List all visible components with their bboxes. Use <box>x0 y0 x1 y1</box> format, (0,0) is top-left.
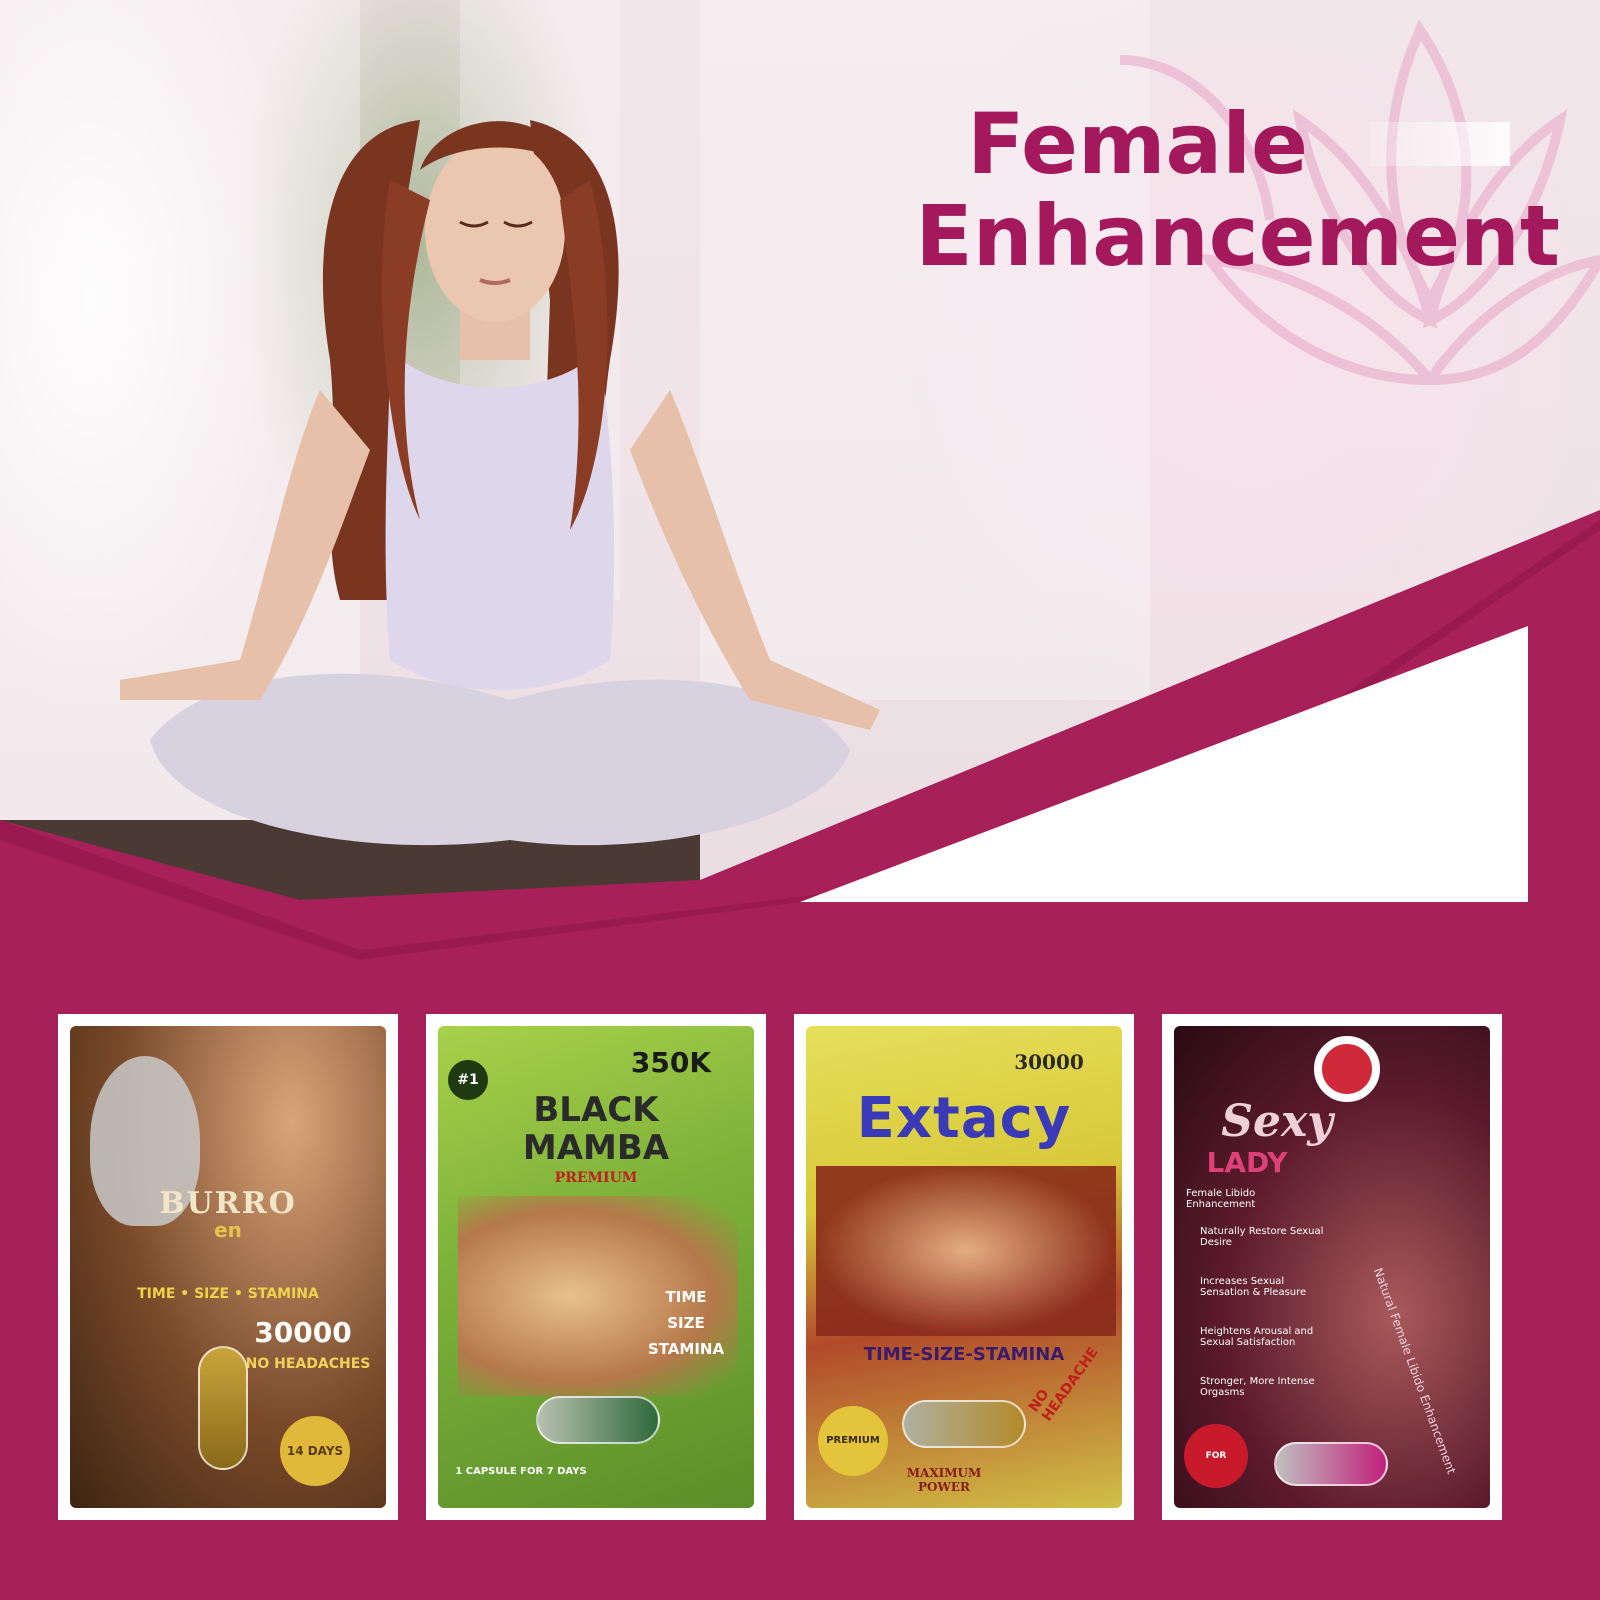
benefit-time: TIME <box>665 1288 707 1306</box>
capsule-icon <box>198 1346 248 1470</box>
title-line-2: Enhancement <box>915 187 1560 285</box>
for-women-badge: FOR WOMEN <box>1184 1424 1248 1488</box>
capsule-icon <box>1274 1442 1388 1486</box>
product-strength: 30000 <box>1014 1050 1084 1074</box>
product-package-image: #1 350K BLACK MAMBA PREMIUM TIME SIZE ST… <box>438 1026 754 1508</box>
product-package-image: BURRO en TIME • SIZE • STAMINA 30000 NO … <box>70 1026 386 1508</box>
product-card-burro[interactable]: BURRO en TIME • SIZE • STAMINA 30000 NO … <box>58 1014 398 1520</box>
page-title: Female Enhancement <box>690 98 1560 282</box>
product-tagline: TIME • SIZE • STAMINA <box>137 1286 319 1302</box>
product-name-line1: Sexy <box>1221 1096 1333 1147</box>
product-name-mid: en <box>214 1218 242 1242</box>
product-card-extacy[interactable]: 30000 Extacy TIME-SIZE-STAMINA PREMIUM M… <box>794 1014 1134 1520</box>
product-claim: NO HEADACHES <box>245 1356 371 1372</box>
female-symbol-icon <box>1314 1036 1380 1102</box>
benefit-stamina: STAMINA <box>647 1340 725 1358</box>
benefit-size: SIZE <box>667 1314 705 1332</box>
product-gallery: BURRO en TIME • SIZE • STAMINA 30000 NO … <box>58 1014 1588 1520</box>
title-line-1: Female <box>967 95 1308 193</box>
capsule-icon <box>902 1400 1026 1448</box>
benefit-1: Naturally Restore Sexual Desire <box>1200 1226 1324 1248</box>
product-package-image: 30000 Extacy TIME-SIZE-STAMINA PREMIUM M… <box>806 1026 1122 1508</box>
product-card-sexy-lady[interactable]: Sexy LADY Female Libido Enhancement Natu… <box>1162 1014 1502 1520</box>
no-headache-text: NO HEADACHE <box>1026 1344 1102 1425</box>
product-card-black-mamba[interactable]: #1 350K BLACK MAMBA PREMIUM TIME SIZE ST… <box>426 1014 766 1520</box>
product-variant: PREMIUM <box>554 1170 638 1186</box>
product-name-line2: LADY <box>1206 1146 1288 1179</box>
benefit-2: Increases Sexual Sensation & Pleasure <box>1200 1276 1307 1298</box>
product-name: Extacy <box>856 1086 1072 1151</box>
product-strength: 350K <box>630 1046 712 1079</box>
product-name-line1: BLACK <box>533 1090 659 1130</box>
capsule-icon <box>536 1396 660 1444</box>
badge-14-days: 14 DAYS <box>280 1416 350 1486</box>
product-package-image: Sexy LADY Female Libido Enhancement Natu… <box>1174 1026 1490 1508</box>
benefit-3: Heightens Arousal and Sexual Satisfactio… <box>1200 1326 1314 1348</box>
product-subtitle: Female Libido Enhancement <box>1186 1188 1256 1210</box>
benefit-4: Stronger, More Intense Orgasms <box>1200 1376 1315 1398</box>
premium-badge: PREMIUM <box>818 1406 888 1476</box>
dosage-text: 1 CAPSULE FOR 7 DAYS <box>455 1466 587 1477</box>
product-name-line2: MAMBA <box>522 1128 670 1168</box>
product-footer: MAXIMUM POWER <box>906 1466 982 1494</box>
couple-photo <box>816 1166 1116 1336</box>
product-strength: 30000 <box>254 1316 352 1349</box>
product-name-top: BURRO <box>159 1186 297 1221</box>
